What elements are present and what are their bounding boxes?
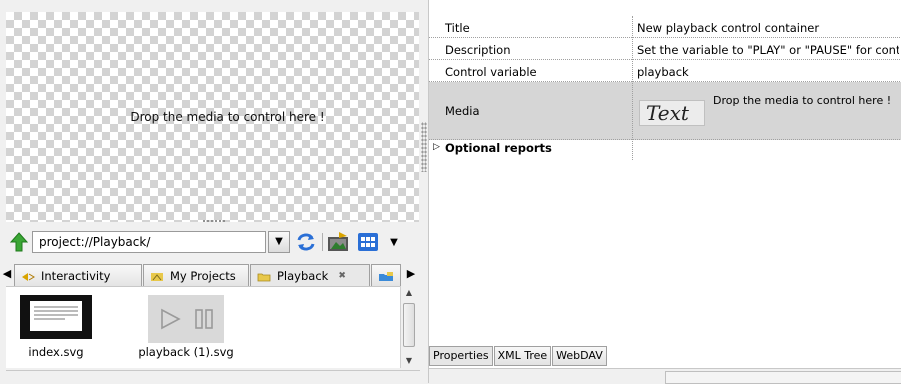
media-browser-pane: Drop the media to control here ! ▼ ▼ ◀ I…	[0, 0, 421, 383]
property-name: Media	[445, 104, 480, 118]
optional-reports-section[interactable]: ▷ Optional reports	[429, 140, 901, 158]
properties-pane: Title New playback control container Des…	[428, 0, 901, 384]
path-toolbar: ▼ ▼	[8, 229, 420, 255]
property-value[interactable]: Set the variable to "PLAY" or "PAUSE" fo…	[637, 43, 899, 57]
scroll-down-icon[interactable]: ▼	[401, 354, 417, 368]
play-icon	[161, 308, 181, 330]
pause-icon	[195, 309, 213, 329]
status-strip	[6, 370, 420, 383]
playback-control-thumbnail	[150, 297, 222, 341]
interactivity-icon	[21, 271, 35, 281]
property-row[interactable]: Description Set the variable to "PLAY" o…	[429, 38, 901, 60]
my-projects-icon	[150, 271, 164, 281]
list-item[interactable]: index.svg	[14, 295, 98, 359]
status-field	[665, 371, 901, 384]
refresh-icon[interactable]	[294, 231, 318, 253]
tab-playback[interactable]: Playback ✖	[250, 264, 370, 286]
close-tab-icon[interactable]: ✖	[338, 271, 346, 281]
media-drop-hint: Drop the media to control here !	[713, 94, 892, 107]
column-divider	[632, 16, 633, 160]
tab-my-projects[interactable]: My Projects	[143, 264, 249, 286]
tab-label: Interactivity	[41, 268, 111, 283]
tab-interactivity[interactable]: Interactivity	[14, 264, 142, 286]
media-folder-icon	[378, 271, 393, 281]
right-status-strip	[429, 368, 901, 384]
browser-tabs: ◀ Interactivity My Projects Playback ✖ ▶	[0, 262, 421, 286]
property-name: Description	[445, 43, 511, 57]
toolbar-separator	[322, 233, 323, 251]
section-label: Optional reports	[445, 141, 552, 155]
property-value[interactable]: New playback control container	[637, 21, 899, 35]
media-canvas[interactable]: Drop the media to control here !	[6, 12, 419, 222]
canvas-drop-hint: Drop the media to control here !	[130, 110, 325, 124]
tab-label: Playback	[277, 268, 329, 283]
svg-document-thumbnail	[20, 295, 92, 339]
up-arrow-icon[interactable]	[9, 232, 29, 252]
scrollbar-thumb[interactable]	[403, 303, 415, 347]
chevron-down-icon: ▼	[275, 236, 283, 247]
tab-xml-tree[interactable]: XML Tree	[493, 346, 552, 366]
tab-scroll-left-icon[interactable]: ◀	[2, 266, 12, 282]
tab-more[interactable]	[371, 264, 401, 286]
file-list-scrollbar[interactable]: ▲ ▼	[400, 286, 416, 368]
view-mode-icon[interactable]	[356, 231, 380, 253]
file-name: index.svg	[28, 345, 84, 359]
tab-properties[interactable]: Properties	[429, 346, 493, 366]
file-list: index.svg playback (1).svg	[6, 286, 400, 368]
path-dropdown-button[interactable]: ▼	[268, 231, 290, 253]
list-item[interactable]: playback (1).svg	[130, 295, 242, 359]
pane-splitter-grip[interactable]	[421, 122, 427, 172]
view-mode-dropdown-icon[interactable]: ▼	[382, 231, 406, 253]
path-input[interactable]	[32, 231, 266, 253]
property-row[interactable]: Title New playback control container	[429, 16, 901, 38]
bottom-tabs: Properties XML Tree WebDAV	[429, 346, 608, 368]
import-media-icon[interactable]	[326, 231, 350, 253]
splitter-grip[interactable]	[202, 219, 226, 223]
expand-triangle-icon[interactable]: ▷	[433, 142, 440, 152]
property-row[interactable]: Control variable playback	[429, 60, 901, 82]
file-name: playback (1).svg	[138, 345, 234, 359]
scroll-up-icon[interactable]: ▲	[401, 286, 417, 300]
media-text-chip[interactable]: Text	[639, 100, 705, 126]
folder-icon	[257, 271, 271, 281]
property-name: Control variable	[445, 65, 537, 79]
tab-scroll-right-icon[interactable]: ▶	[406, 266, 416, 282]
tab-webdav[interactable]: WebDAV	[552, 346, 607, 366]
property-name: Title	[445, 21, 470, 35]
tab-label: My Projects	[170, 268, 236, 283]
property-value[interactable]: playback	[637, 65, 899, 79]
